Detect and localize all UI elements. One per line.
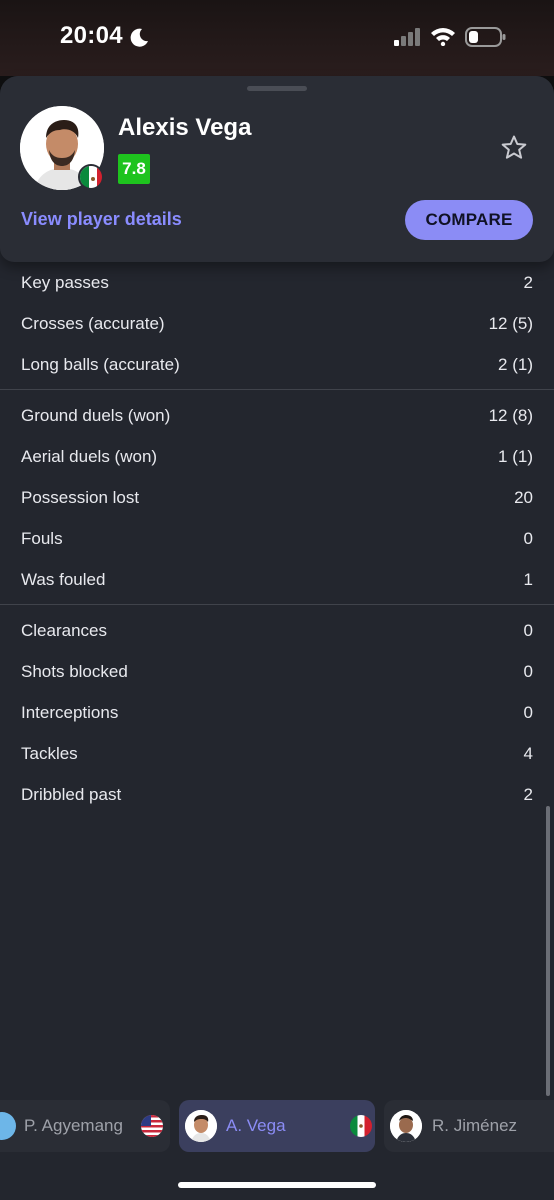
stat-label: Clearances bbox=[21, 620, 107, 640]
stat-row: Clearances 0 bbox=[0, 610, 554, 651]
stat-value: 12 (8) bbox=[488, 405, 533, 425]
battery-icon bbox=[465, 27, 506, 47]
player-avatar-small bbox=[185, 1110, 217, 1142]
section-divider bbox=[0, 389, 554, 390]
stat-value: 0 bbox=[523, 620, 533, 640]
compare-button[interactable]: COMPARE bbox=[405, 200, 533, 240]
player-chip-jimenez[interactable]: R. Jiménez bbox=[384, 1100, 554, 1152]
player-sheet: Alexis Vega 7.8 View player details COMP… bbox=[0, 76, 554, 1200]
player-chip-name: A. Vega bbox=[226, 1116, 286, 1135]
stats-list: Key passes 2 Crosses (accurate) 12 (5) L… bbox=[0, 262, 554, 815]
stat-label: Key passes bbox=[21, 272, 109, 292]
stat-label: Crosses (accurate) bbox=[21, 313, 165, 333]
stat-row: Crosses (accurate) 12 (5) bbox=[0, 303, 554, 344]
stat-label: Ground duels (won) bbox=[21, 405, 171, 425]
stat-row: Interceptions 0 bbox=[0, 692, 554, 733]
stat-value: 2 (1) bbox=[498, 354, 533, 374]
stat-value: 1 bbox=[523, 569, 533, 589]
player-avatar-small bbox=[390, 1110, 422, 1142]
stat-row: Tackles 4 bbox=[0, 733, 554, 774]
stat-value: 2 bbox=[523, 784, 533, 804]
stat-row: Was fouled 1 bbox=[0, 559, 554, 600]
scrollbar[interactable] bbox=[546, 806, 550, 1096]
stat-label: Tackles bbox=[21, 743, 78, 763]
player-avatar-small bbox=[0, 1112, 16, 1140]
stat-value: 1 (1) bbox=[498, 446, 533, 466]
stat-row: Ground duels (won) 12 (8) bbox=[0, 395, 554, 436]
player-chip-vega[interactable]: A. Vega bbox=[179, 1100, 375, 1152]
status-time: 20:04 bbox=[60, 22, 123, 49]
stat-row: Aerial duels (won) 1 (1) bbox=[0, 436, 554, 477]
stat-row: Long balls (accurate) 2 (1) bbox=[0, 344, 554, 385]
screen: 20:04 Alexis Vega 7.8 View player detail… bbox=[0, 0, 554, 1200]
stat-label: Long balls (accurate) bbox=[21, 354, 180, 374]
stat-value: 12 (5) bbox=[488, 313, 533, 333]
stat-label: Shots blocked bbox=[21, 661, 128, 681]
stat-row: Fouls 0 bbox=[0, 518, 554, 559]
player-name: Alexis Vega bbox=[118, 114, 252, 141]
stat-label: Possession lost bbox=[21, 487, 140, 507]
sheet-grabber[interactable] bbox=[247, 86, 307, 91]
stat-value: 0 bbox=[523, 702, 533, 722]
section-divider bbox=[0, 604, 554, 605]
wifi-icon bbox=[431, 28, 455, 46]
usa-flag-icon bbox=[140, 1115, 163, 1137]
player-chip-name: R. Jiménez bbox=[432, 1116, 518, 1135]
player-chip-agyemang[interactable]: P. Agyemang bbox=[0, 1100, 170, 1152]
player-selector: P. Agyemang A. Vega R. Jiménez bbox=[0, 1100, 554, 1152]
status-bar: 20:04 bbox=[0, 0, 554, 76]
home-indicator[interactable] bbox=[178, 1182, 376, 1188]
mexico-flag-icon bbox=[78, 164, 104, 190]
player-rating-badge: 7.8 bbox=[118, 154, 150, 184]
player-header-card: Alexis Vega 7.8 View player details COMP… bbox=[0, 76, 554, 262]
stat-row: Dribbled past 2 bbox=[0, 774, 554, 815]
stat-value: 0 bbox=[523, 661, 533, 681]
stat-label: Fouls bbox=[21, 528, 63, 548]
stat-row: Key passes 2 bbox=[0, 262, 554, 303]
mexico-flag-icon bbox=[349, 1115, 372, 1137]
view-player-details-link[interactable]: View player details bbox=[21, 209, 182, 230]
favorite-star-icon[interactable] bbox=[500, 134, 528, 162]
stat-value: 20 bbox=[514, 487, 533, 507]
stat-row: Possession lost 20 bbox=[0, 477, 554, 518]
stat-label: Was fouled bbox=[21, 569, 106, 589]
player-chip-name: P. Agyemang bbox=[24, 1116, 123, 1135]
cellular-signal-icon bbox=[394, 28, 420, 46]
stat-value: 2 bbox=[523, 272, 533, 292]
stat-label: Aerial duels (won) bbox=[21, 446, 158, 466]
stat-label: Dribbled past bbox=[21, 784, 122, 804]
stat-row: Shots blocked 0 bbox=[0, 651, 554, 692]
stat-value: 0 bbox=[523, 528, 533, 548]
moon-icon bbox=[130, 28, 148, 47]
stat-label: Interceptions bbox=[21, 702, 119, 722]
stat-value: 4 bbox=[523, 743, 533, 763]
